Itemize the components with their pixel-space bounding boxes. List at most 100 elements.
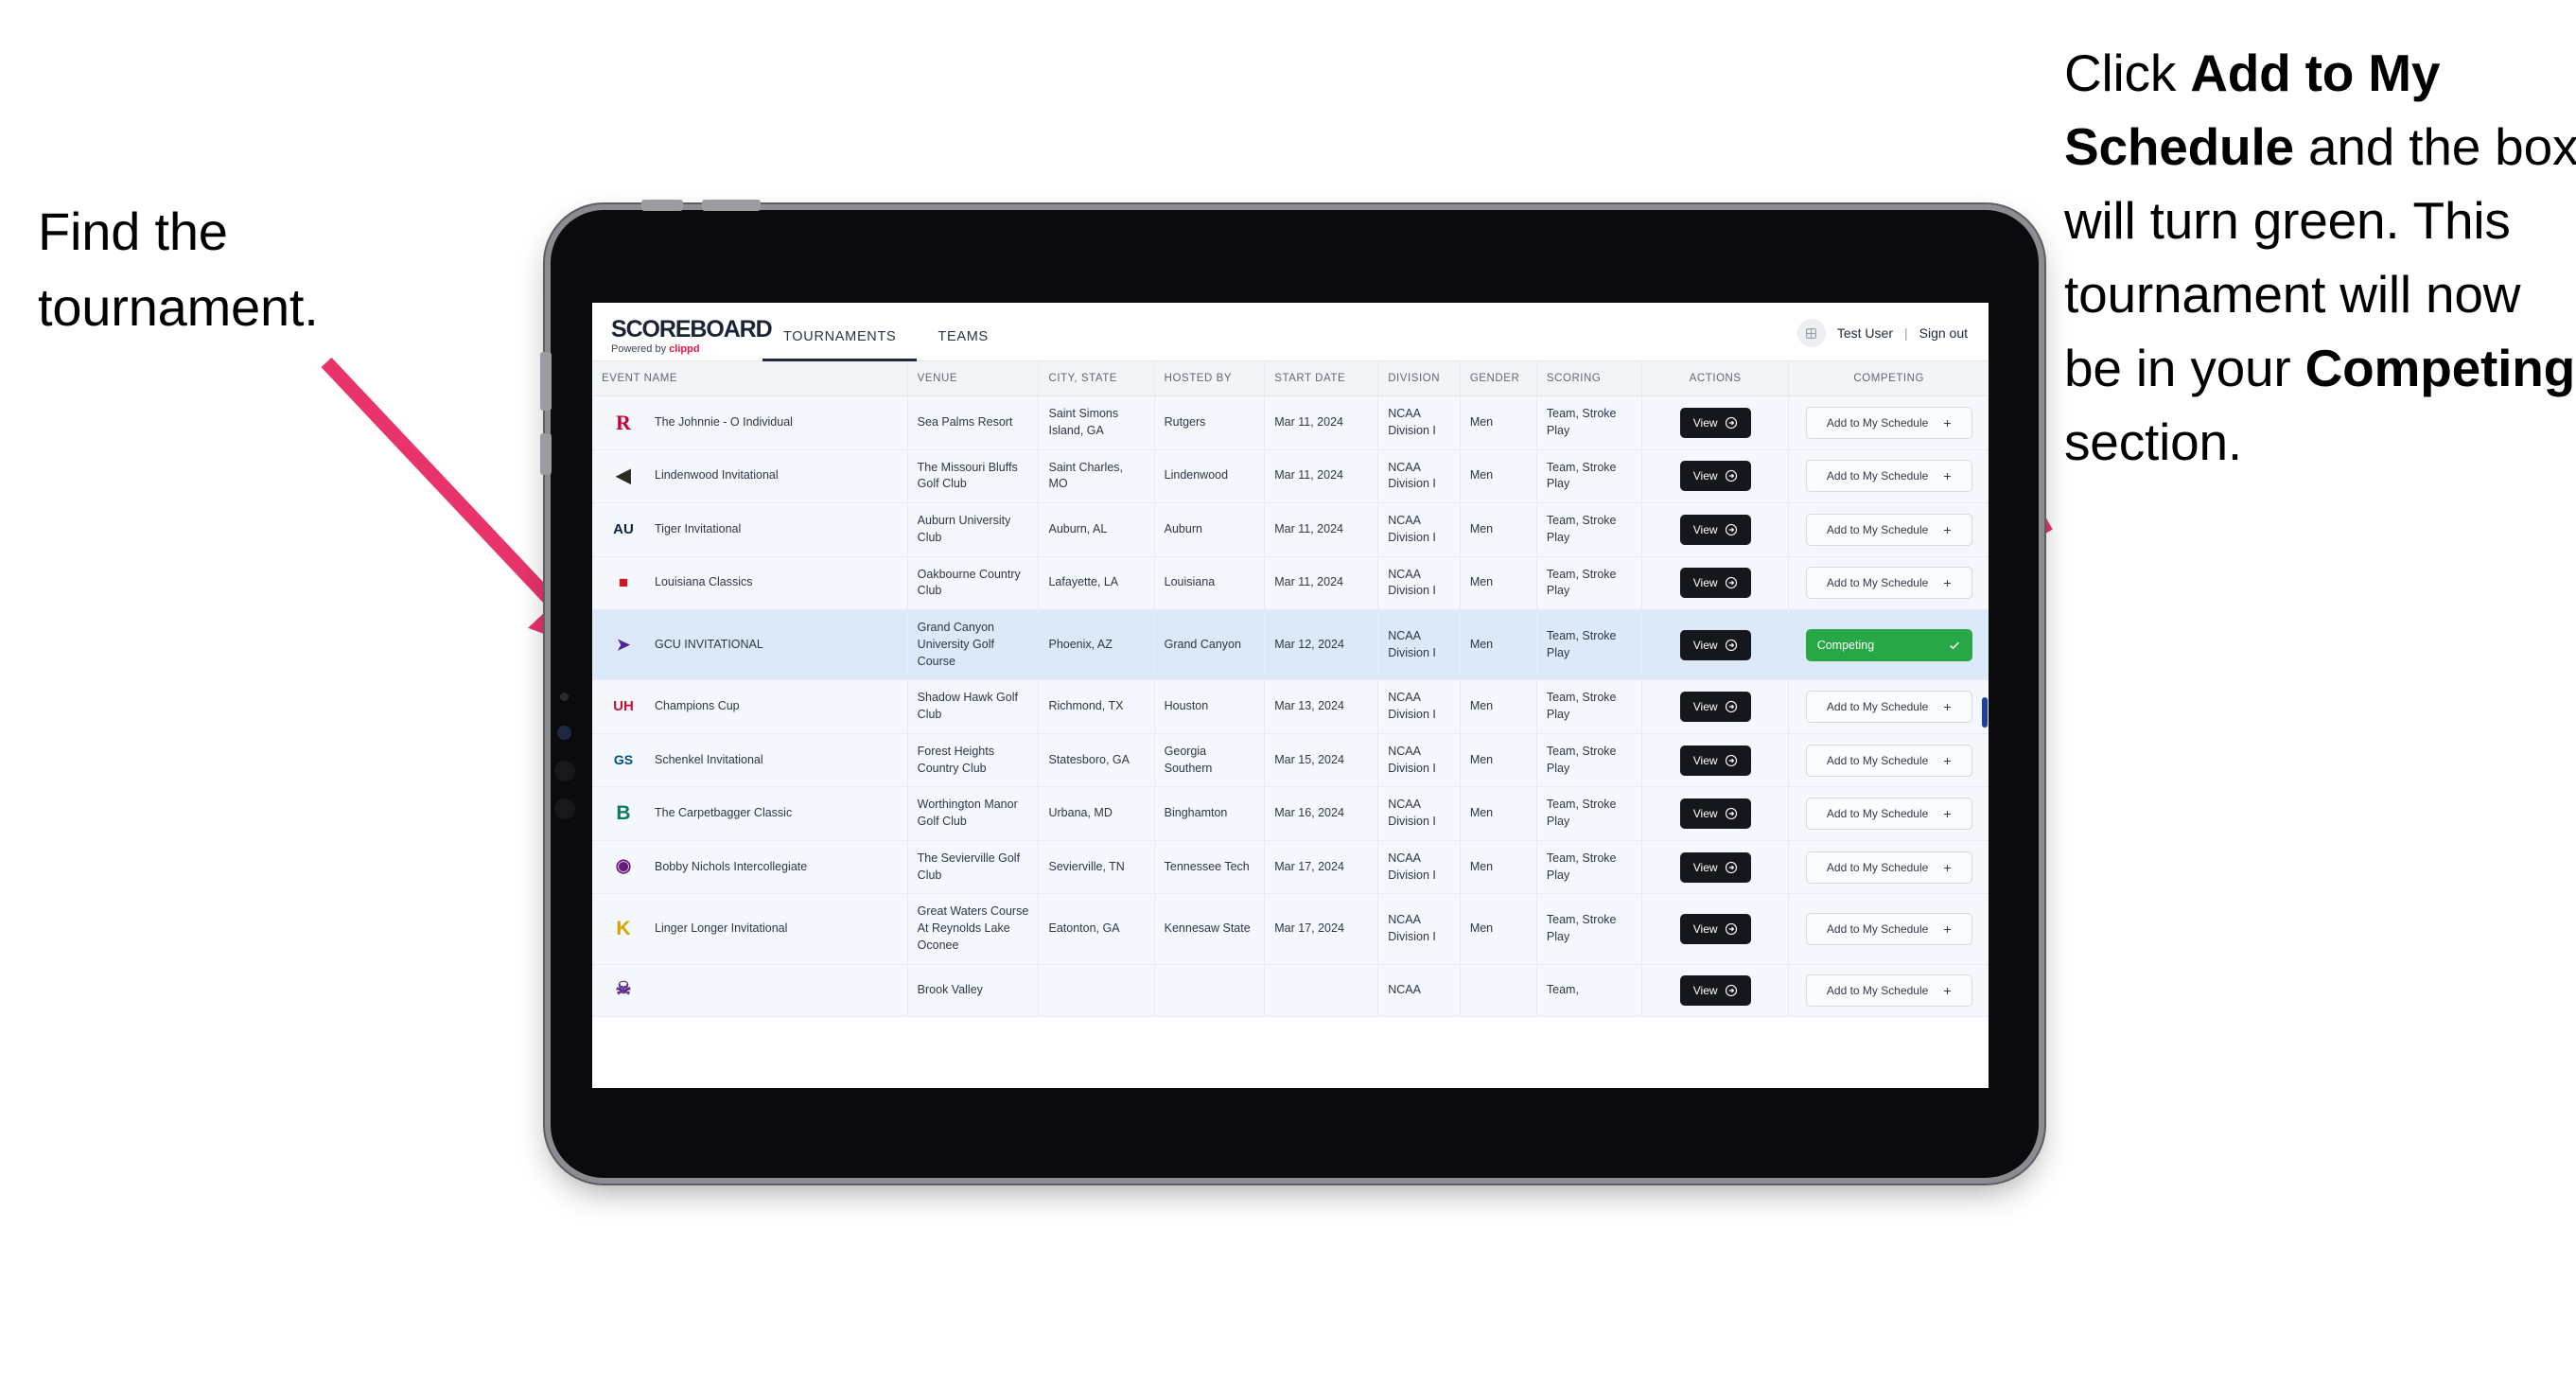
cell-division: NCAA Division I <box>1377 449 1461 503</box>
rutgers-logo: R <box>616 411 631 435</box>
tab-tournaments[interactable]: TOURNAMENTS <box>762 329 918 361</box>
table-row[interactable]: ■ Louisiana Classics Oakbourne Country Clu… <box>592 556 1989 610</box>
view-button[interactable]: View <box>1679 514 1751 545</box>
cell-hosted-by <box>1154 964 1266 1017</box>
cell-start-date: Mar 15, 2024 <box>1264 733 1379 788</box>
brand-sub-prefix: Powered by <box>611 343 670 355</box>
table-row[interactable]: B The Carpetbagger Classic Worthington Man… <box>592 786 1989 841</box>
app-header: SCOREBOARD Powered by clippd TOURNAMENTS… <box>592 303 1989 361</box>
sign-out-link[interactable]: Sign out <box>1919 325 1968 341</box>
view-button[interactable]: View <box>1679 745 1751 776</box>
cell-gender: Men <box>1460 395 1537 450</box>
table-row[interactable]: K Linger Longer Invitational Great Waters … <box>592 893 1989 965</box>
cell-event-name: B The Carpetbagger Classic <box>592 786 908 841</box>
volume-down-button[interactable] <box>702 200 761 211</box>
cell-start-date: Mar 11, 2024 <box>1264 556 1379 610</box>
column-header-competing[interactable]: COMPETING <box>1788 361 1989 396</box>
cell-gender: Men <box>1460 840 1537 895</box>
table-row[interactable]: ☠ Brook Valley NCAA Team, View Add to My Sche… <box>592 964 1989 1017</box>
plus-icon: + <box>1943 982 1952 998</box>
add-to-my-schedule-button[interactable]: Add to My Schedule + <box>1805 974 1972 1007</box>
add-to-my-schedule-button[interactable]: Add to My Schedule + <box>1805 912 1972 945</box>
view-button[interactable]: View <box>1679 798 1751 829</box>
cell-hosted-by: Grand Canyon <box>1154 609 1266 681</box>
cell-competing: Add to My Schedule + <box>1788 786 1989 841</box>
cell-actions: View <box>1641 502 1790 557</box>
view-button[interactable]: View <box>1679 851 1751 883</box>
cell-scoring: Team, Stroke Play <box>1536 893 1642 965</box>
column-header-start-date[interactable]: START DATE <box>1264 361 1379 396</box>
cell-venue: Great Waters Course At Reynolds Lake Oco… <box>907 893 1040 965</box>
column-header-gender[interactable]: GENDER <box>1460 361 1537 396</box>
cell-division: NCAA Division I <box>1377 786 1461 841</box>
column-header-division[interactable]: DIVISION <box>1377 361 1461 396</box>
tab-teams[interactable]: TEAMS <box>917 329 1008 361</box>
arrow-right-circle-icon <box>1725 523 1738 536</box>
view-button[interactable]: View <box>1679 568 1751 599</box>
binghamton-logo: B <box>616 802 631 825</box>
cell-actions: View <box>1641 609 1790 681</box>
cell-gender <box>1460 964 1537 1017</box>
add-to-my-schedule-button[interactable]: Add to My Schedule + <box>1805 798 1972 830</box>
cell-scoring: Team, Stroke Play <box>1536 733 1642 788</box>
view-button[interactable]: View <box>1679 913 1751 944</box>
user-grid-icon[interactable] <box>1796 319 1826 347</box>
add-to-my-schedule-button[interactable]: Add to My Schedule + <box>1805 513 1972 546</box>
ecu-pirates-logo: ☠ <box>615 979 632 1000</box>
column-header-venue[interactable]: VENUE <box>907 361 1040 396</box>
table-row[interactable]: ◀ Lindenwood Invitational The Missouri Blu… <box>592 449 1989 503</box>
table-row[interactable]: AU Tiger Invitational Auburn University Cl… <box>592 502 1989 557</box>
cell-event-name: ☠ <box>592 964 908 1017</box>
event-name-label: GCU INVITATIONAL <box>655 637 763 651</box>
view-button[interactable]: View <box>1679 407 1751 438</box>
event-name-label: Champions Cup <box>655 699 740 713</box>
cell-city-state: Auburn, AL <box>1038 502 1155 557</box>
table-row[interactable]: R The Johnnie - O Individual Sea Palms Res… <box>592 395 1989 450</box>
user-name-label[interactable]: Test User <box>1837 325 1893 341</box>
power-button[interactable] <box>540 352 552 411</box>
scroll-indicator[interactable] <box>1982 697 1988 728</box>
competing-button[interactable]: Competing <box>1805 628 1972 661</box>
column-header-hosted-by[interactable]: HOSTED BY <box>1154 361 1266 396</box>
annotation-emphasis: Competing <box>2304 339 2576 398</box>
cell-division: NCAA Division I <box>1377 395 1461 450</box>
camera-dot-2-icon <box>554 798 575 819</box>
view-button[interactable]: View <box>1679 461 1751 492</box>
side-button[interactable] <box>540 433 552 475</box>
add-to-my-schedule-button[interactable]: Add to My Schedule + <box>1805 744 1972 777</box>
add-to-my-schedule-label: Add to My Schedule <box>1826 576 1929 590</box>
view-button[interactable]: View <box>1679 692 1751 722</box>
cell-city-state: Phoenix, AZ <box>1038 609 1155 681</box>
cell-competing: Competing <box>1788 609 1989 681</box>
camera-lens-icon <box>557 726 571 740</box>
column-header-event-name[interactable]: EVENT NAME <box>592 361 908 396</box>
cell-start-date: Mar 16, 2024 <box>1264 786 1379 841</box>
cell-competing: Add to My Schedule + <box>1788 502 1989 557</box>
table-row[interactable]: GS Schenkel Invitational Forest Heights Co… <box>592 733 1989 788</box>
add-to-my-schedule-button[interactable]: Add to My Schedule + <box>1805 406 1972 439</box>
volume-up-button[interactable] <box>641 200 683 211</box>
add-to-my-schedule-button[interactable]: Add to My Schedule + <box>1805 691 1972 723</box>
table-row[interactable]: UH Champions Cup Shadow Hawk Golf Club Rich… <box>592 679 1989 734</box>
add-to-my-schedule-button[interactable]: Add to My Schedule + <box>1805 567 1972 600</box>
cell-division: NCAA Division I <box>1377 840 1461 895</box>
cell-event-name: K Linger Longer Invitational <box>592 893 908 965</box>
table-row[interactable]: ◉ Bobby Nichols Intercollegiate The Sevier… <box>592 840 1989 895</box>
cell-actions: View <box>1641 964 1790 1017</box>
cell-competing: Add to My Schedule + <box>1788 733 1989 788</box>
column-header-scoring[interactable]: SCORING <box>1536 361 1642 396</box>
cell-start-date: Mar 11, 2024 <box>1264 502 1379 557</box>
cell-gender: Men <box>1460 556 1537 610</box>
column-header-city-state[interactable]: CITY, STATE <box>1038 361 1155 396</box>
add-to-my-schedule-button[interactable]: Add to My Schedule + <box>1805 460 1972 493</box>
add-to-my-schedule-button[interactable]: Add to My Schedule + <box>1805 851 1972 884</box>
view-button[interactable]: View <box>1679 974 1751 1006</box>
table-row[interactable]: ➤ GCU INVITATIONAL Grand Canyon University… <box>592 609 1989 681</box>
tournaments-table-wrap[interactable]: EVENT NAME VENUE CITY, STATE HOSTED BY START… <box>592 361 1989 1088</box>
event-name-label: Linger Longer Invitational <box>655 921 788 935</box>
cell-actions: View <box>1641 556 1790 610</box>
arrow-right-circle-icon <box>1725 700 1738 713</box>
cell-start-date: Mar 11, 2024 <box>1264 449 1379 503</box>
view-button[interactable]: View <box>1679 629 1751 660</box>
column-header-actions[interactable]: ACTIONS <box>1641 361 1790 396</box>
